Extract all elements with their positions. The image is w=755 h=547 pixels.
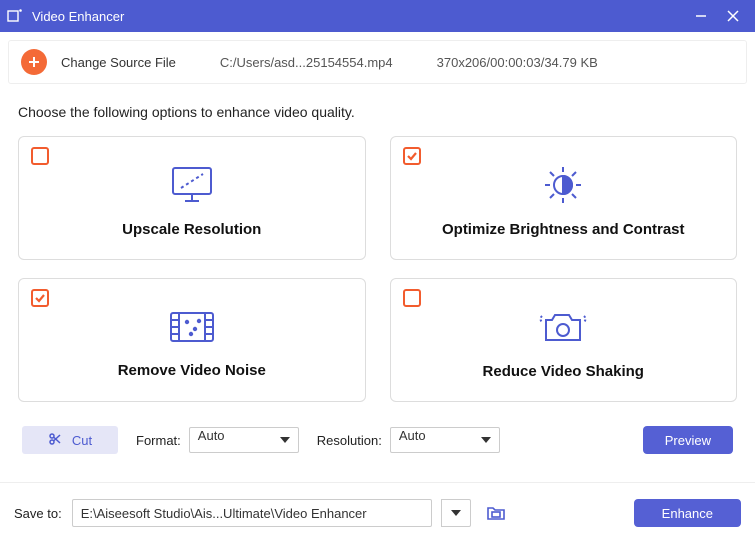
source-file-path: C:/Users/asd...25154554.mp4	[220, 55, 393, 70]
change-source-file-link[interactable]: Change Source File	[61, 55, 176, 70]
window-title: Video Enhancer	[32, 9, 685, 24]
brightness-icon	[538, 164, 588, 209]
save-path-value: E:\Aiseesoft Studio\Ais...Ultimate\Video…	[81, 506, 367, 521]
add-source-icon[interactable]	[21, 49, 47, 75]
minimize-button[interactable]	[685, 0, 717, 32]
cut-button[interactable]: Cut	[22, 426, 118, 454]
resolution-label: Resolution:	[317, 433, 382, 448]
options-grid: Upscale Resolution Optimize Br	[8, 136, 747, 402]
option-label: Reduce Video Shaking	[483, 363, 644, 380]
resolution-select[interactable]: Auto	[390, 427, 500, 453]
chevron-down-icon	[481, 437, 491, 443]
checkbox-deshake[interactable]	[403, 289, 421, 307]
option-label: Remove Video Noise	[118, 362, 266, 379]
save-path-field[interactable]: E:\Aiseesoft Studio\Ais...Ultimate\Video…	[72, 499, 432, 527]
option-remove-noise[interactable]: Remove Video Noise	[18, 278, 366, 402]
preview-button[interactable]: Preview	[643, 426, 733, 454]
cut-label: Cut	[72, 433, 92, 448]
close-button[interactable]	[717, 0, 749, 32]
scissors-icon	[48, 432, 62, 449]
titlebar: Video Enhancer	[0, 0, 755, 32]
format-label: Format:	[136, 433, 181, 448]
option-label: Upscale Resolution	[122, 221, 261, 238]
chevron-down-icon	[280, 437, 290, 443]
save-path-dropdown[interactable]	[441, 499, 471, 527]
source-bar: Change Source File C:/Users/asd...251545…	[8, 40, 747, 84]
checkbox-optimize[interactable]	[403, 147, 421, 165]
source-file-meta: 370x206/00:00:03/34.79 KB	[437, 55, 598, 70]
format-select[interactable]: Auto	[189, 427, 299, 453]
folder-icon	[486, 505, 506, 521]
option-label: Optimize Brightness and Contrast	[442, 221, 685, 238]
video-enhancer-window: Video Enhancer Change Source File C:/Use…	[0, 0, 755, 547]
checkbox-upscale[interactable]	[31, 147, 49, 165]
controls-row: Cut Format: Auto Resolution: Auto Previe…	[8, 402, 747, 474]
instruction-text: Choose the following options to enhance …	[8, 84, 747, 136]
option-reduce-shaking[interactable]: Reduce Video Shaking	[390, 278, 738, 402]
app-icon	[6, 7, 24, 25]
save-to-label: Save to:	[14, 506, 62, 521]
chevron-down-icon	[451, 510, 461, 516]
enhance-button[interactable]: Enhance	[634, 499, 741, 527]
option-optimize-brightness[interactable]: Optimize Brightness and Contrast	[390, 136, 738, 260]
monitor-upscale-icon	[167, 164, 217, 209]
camera-shake-icon	[536, 306, 590, 351]
open-folder-button[interactable]	[481, 499, 511, 527]
footer-row: Save to: E:\Aiseesoft Studio\Ais...Ultim…	[0, 483, 755, 543]
option-upscale-resolution[interactable]: Upscale Resolution	[18, 136, 366, 260]
format-value: Auto	[198, 428, 225, 443]
film-noise-icon	[165, 307, 219, 350]
resolution-value: Auto	[399, 428, 426, 443]
checkbox-denoise[interactable]	[31, 289, 49, 307]
